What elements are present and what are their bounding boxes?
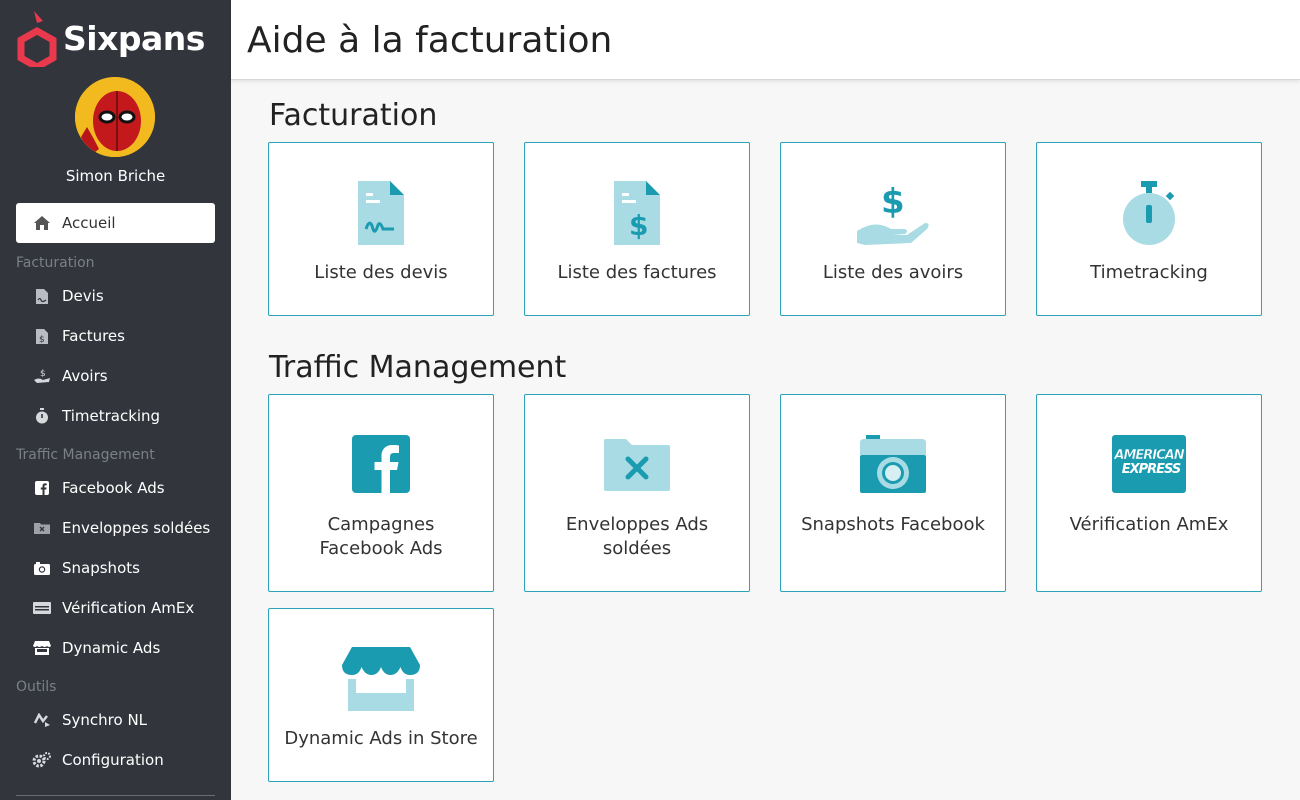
card-label-line-1: Enveloppes Ads [565, 514, 709, 535]
card-timetracking[interactable]: Timetracking [1036, 142, 1262, 316]
invoice-file-icon: $ [525, 179, 749, 245]
card-label-line-2: Facebook Ads [319, 538, 443, 559]
card-label: Liste des devis [314, 262, 448, 283]
card-snapshots-facebook[interactable]: Snapshots Facebook [780, 394, 1006, 592]
user-name: Simon Briche [65, 167, 166, 185]
sidebar-item-factures[interactable]: $ Factures [32, 324, 125, 348]
amex-logo-text-1: AMERICAN [1113, 448, 1184, 463]
sidebar-divider [16, 795, 215, 796]
amex-icon: AMERICAN EXPRESS [1037, 435, 1261, 493]
sixpans-logo-icon [17, 11, 57, 67]
sidebar-item-label: Dynamic Ads [62, 639, 161, 657]
sidebar-item-label: Enveloppes soldées [62, 519, 211, 537]
sidebar-item-snapshots[interactable]: Snapshots [32, 556, 140, 580]
sidebar-item-label: Snapshots [62, 559, 140, 577]
card-verification-amex[interactable]: AMERICAN EXPRESS Vérification AmEx [1036, 394, 1262, 592]
folder-x-icon [32, 518, 52, 538]
sidebar-item-synchro-nl[interactable]: Synchro NL [32, 708, 147, 732]
amex-logo-text-2: EXPRESS [1122, 462, 1181, 477]
card-label-line-2: soldées [602, 538, 672, 559]
sidebar-item-dynamic-ads[interactable]: Dynamic Ads [32, 636, 160, 660]
hand-dollar-icon: $ [32, 366, 52, 386]
sidebar-section-outils: Outils [16, 679, 57, 695]
quote-file-icon [269, 179, 493, 245]
camera-icon [781, 435, 1005, 493]
stopwatch-icon [1037, 179, 1261, 245]
sidebar-item-label: Timetracking [62, 407, 161, 425]
card-liste-factures[interactable]: $ Liste des factures [524, 142, 750, 316]
sidebar-item-label: Devis [62, 287, 104, 305]
sidebar-item-timetracking[interactable]: Timetracking [32, 404, 160, 428]
card-label: Timetracking [1090, 262, 1208, 283]
folder-x-icon [525, 439, 749, 491]
sidebar-item-enveloppes[interactable]: Enveloppes soldées [32, 516, 210, 540]
invoice-file-icon: $ [32, 326, 52, 346]
sidebar-item-facebook-ads[interactable]: Facebook Ads [32, 476, 165, 500]
svg-text:$: $ [39, 335, 45, 344]
brand-logo[interactable]: Sixpans [17, 9, 205, 67]
sidebar-item-label: Vérification AmEx [62, 599, 195, 617]
brand-name: Sixpans [63, 18, 205, 58]
card-label: Liste des avoirs [822, 262, 964, 283]
sidebar: Sixpans Simon Briche Accueil Facturation… [0, 0, 231, 800]
sidebar-item-amex[interactable]: Vérification AmEx [32, 596, 194, 620]
card-label: Liste des factures [557, 262, 717, 283]
camera-icon [32, 558, 52, 578]
sidebar-item-label: Avoirs [62, 367, 108, 385]
svg-text:$: $ [629, 209, 648, 242]
home-icon [32, 213, 52, 233]
store-icon [32, 638, 52, 658]
hand-dollar-icon: $ [781, 179, 1005, 245]
section-title-facturation: Facturation [269, 98, 438, 133]
stopwatch-icon [32, 406, 52, 426]
svg-text:$: $ [40, 369, 46, 379]
sidebar-item-configuration[interactable]: Configuration [32, 748, 164, 772]
sidebar-item-home[interactable]: Accueil [16, 203, 215, 243]
facebook-icon [32, 478, 52, 498]
sidebar-item-label: Accueil [62, 214, 116, 232]
store-icon [269, 647, 493, 711]
page-header: Aide à la facturation [231, 0, 1300, 80]
sidebar-item-label: Configuration [62, 751, 164, 769]
card-label: Dynamic Ads in Store [284, 728, 478, 749]
sidebar-item-label: Synchro NL [62, 711, 148, 729]
card-liste-avoirs[interactable]: $ Liste des avoirs [780, 142, 1006, 316]
sidebar-item-label: Factures [62, 327, 125, 345]
card-liste-devis[interactable]: Liste des devis [268, 142, 494, 316]
quote-file-icon [32, 286, 52, 306]
sidebar-item-avoirs[interactable]: $ Avoirs [32, 364, 108, 388]
svg-text:$: $ [881, 182, 905, 222]
card-label: Snapshots Facebook [801, 514, 985, 535]
credit-card-icon [32, 598, 52, 618]
facebook-icon [269, 435, 493, 493]
sync-icon [32, 710, 52, 730]
sidebar-item-devis[interactable]: Devis [32, 284, 104, 308]
card-label: Vérification AmEx [1069, 514, 1229, 535]
gears-icon [32, 750, 52, 770]
card-label-line-1: Campagnes [327, 514, 435, 535]
sidebar-item-label: Facebook Ads [62, 479, 165, 497]
card-enveloppes-ads-soldees[interactable]: Enveloppes Ads soldées [524, 394, 750, 592]
sidebar-section-traffic: Traffic Management [16, 447, 155, 463]
card-dynamic-ads-in-store[interactable]: Dynamic Ads in Store [268, 608, 494, 782]
user-avatar-image [75, 77, 155, 157]
card-campagnes-facebook-ads[interactable]: Campagnes Facebook Ads [268, 394, 494, 592]
page-title: Aide à la facturation [247, 20, 613, 61]
avatar[interactable] [75, 77, 155, 157]
section-title-traffic-management: Traffic Management [269, 350, 567, 385]
sidebar-section-facturation: Facturation [16, 255, 95, 271]
